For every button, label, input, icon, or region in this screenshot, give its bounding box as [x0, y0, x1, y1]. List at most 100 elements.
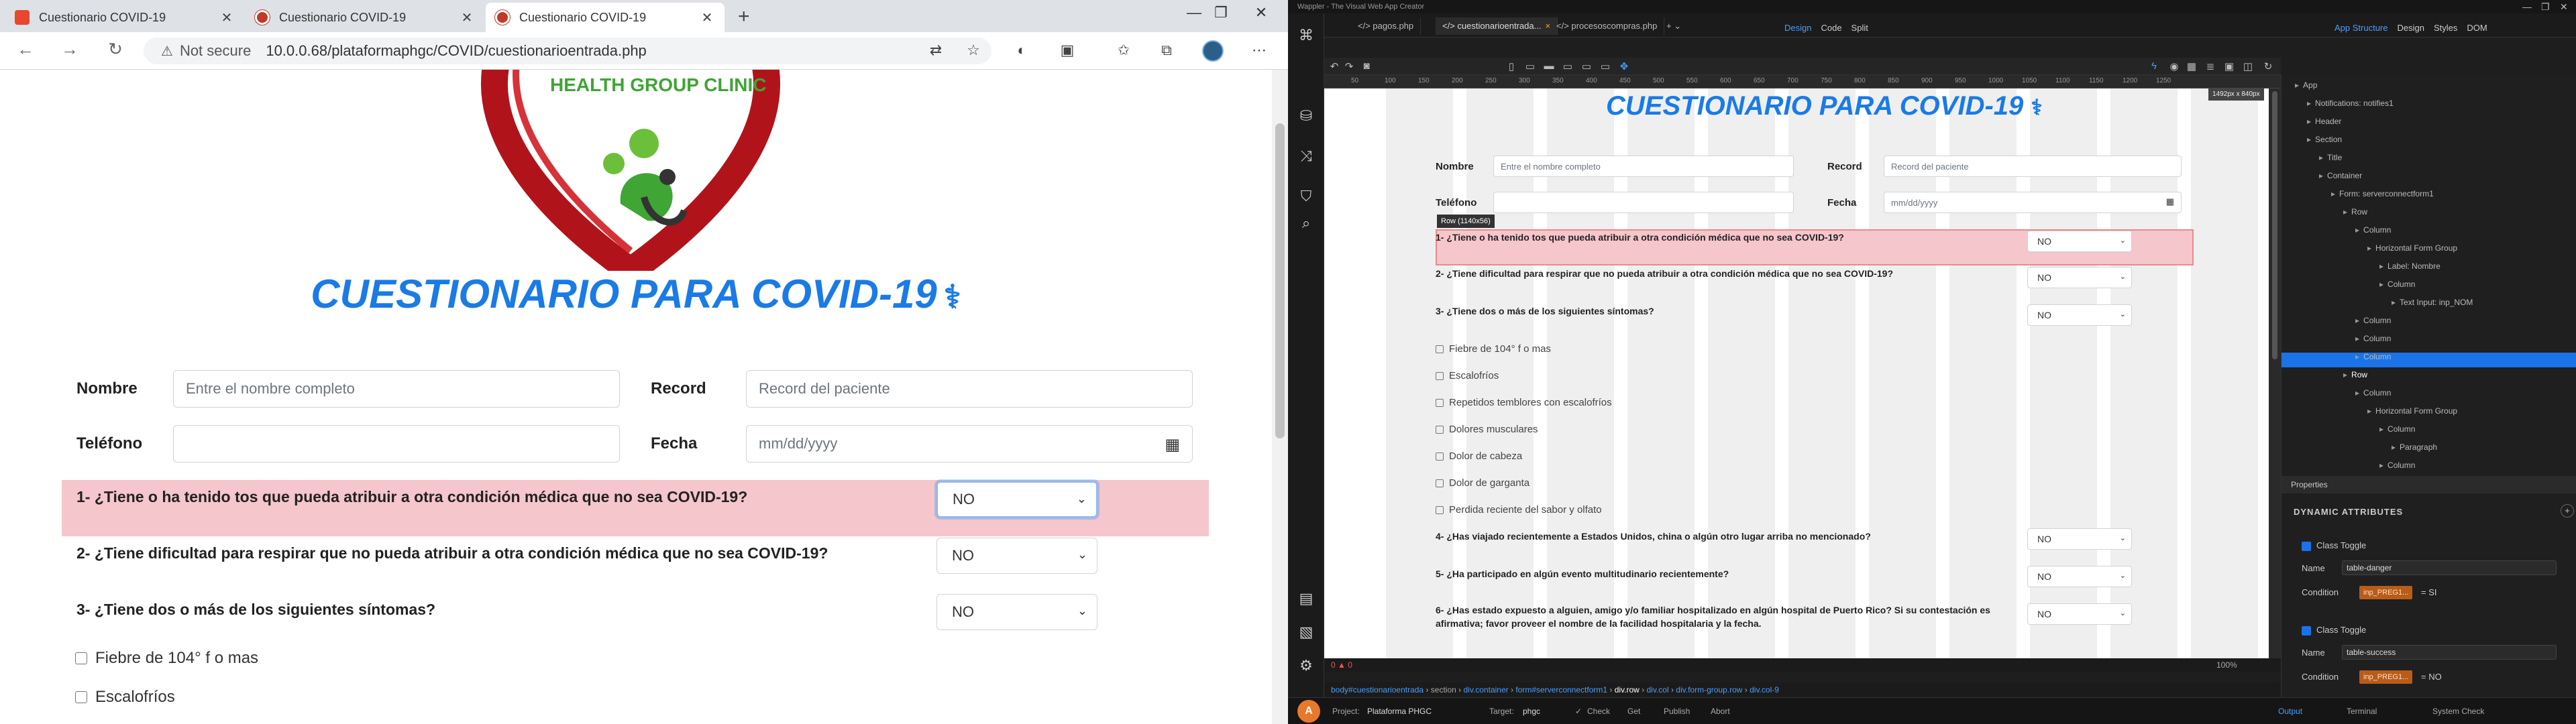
- get-button[interactable]: Get: [1627, 698, 1640, 724]
- expand-icon[interactable]: ▸: [2307, 135, 2311, 144]
- breadcrumb-item[interactable]: form#serverconnectform1: [1515, 685, 1607, 695]
- add-icon[interactable]: +: [2561, 504, 2574, 518]
- workflow-icon[interactable]: ⤨: [1296, 147, 1316, 168]
- close-window-icon[interactable]: ✕: [1248, 4, 1275, 21]
- tree-node[interactable]: ▸ Section: [2307, 135, 2342, 144]
- address-bar[interactable]: ⚠ Not secure 10.0.0.68/plataformaphgc/CO…: [144, 38, 991, 64]
- selected-tree-node[interactable]: [2282, 353, 2576, 367]
- breadcrumb-item[interactable]: section: [1431, 685, 1456, 695]
- device-wide-icon[interactable]: ▭: [1579, 60, 1594, 72]
- class-name-input[interactable]: table-danger: [2342, 560, 2557, 575]
- refresh-icon[interactable]: ↻: [2261, 60, 2275, 72]
- tree-node[interactable]: ▸ Column: [2355, 316, 2391, 325]
- minimize-icon[interactable]: —: [1181, 4, 1208, 21]
- device-phone-icon[interactable]: ▯: [1504, 60, 1519, 72]
- close-icon[interactable]: ✕: [699, 9, 715, 26]
- browser-tab-2[interactable]: Cuestionario COVID-19 ✕: [246, 3, 484, 32]
- expand-icon[interactable]: ▸: [2343, 370, 2347, 379]
- expand-icon[interactable]: ▸: [2392, 298, 2396, 307]
- move-icon[interactable]: ✥: [1617, 60, 1631, 72]
- canvas-symptom-5[interactable]: Dolor de cabeza: [1436, 450, 1522, 462]
- checkbox[interactable]: [1436, 452, 1444, 461]
- tab-styles[interactable]: Styles: [2434, 23, 2457, 33]
- translate-icon[interactable]: ⇄: [926, 42, 946, 59]
- abort-button[interactable]: Abort: [1711, 698, 1730, 724]
- device-tablet-icon[interactable]: ▭: [1523, 60, 1538, 72]
- telefono-input[interactable]: [173, 425, 620, 463]
- breadcrumb-item[interactable]: div.form-group.row: [1676, 685, 1742, 695]
- database-icon[interactable]: ⛁: [1296, 107, 1316, 127]
- canvas-telefono-input[interactable]: [1493, 192, 1794, 213]
- breadcrumb-item[interactable]: div.col: [1647, 685, 1669, 695]
- resources-icon[interactable]: ▧: [1296, 623, 1316, 644]
- expand-icon[interactable]: ▸: [2307, 99, 2311, 108]
- reload-icon[interactable]: ↻: [103, 39, 127, 60]
- tree-node[interactable]: ▸ Column: [2379, 461, 2415, 470]
- condition-tag[interactable]: inp_PREG1...: [2359, 586, 2413, 599]
- tree-node[interactable]: ▸ Column: [2355, 334, 2391, 343]
- tree-node[interactable]: ▸ Form: serverconnectform1: [2331, 189, 2434, 198]
- lightning-icon[interactable]: ϟ: [2147, 60, 2161, 72]
- breadcrumb-item[interactable]: body#cuestionarioentrada: [1331, 685, 1424, 695]
- settings-icon[interactable]: ⚙: [1296, 657, 1316, 677]
- expand-icon[interactable]: ▸: [2379, 461, 2383, 470]
- checkbox-checked-icon[interactable]: [2302, 626, 2311, 636]
- canvas-nombre-input[interactable]: Entre el nombre completo: [1493, 156, 1794, 177]
- minimize-icon[interactable]: —: [2522, 0, 2532, 13]
- canvas-select-4[interactable]: NO ⌄: [2027, 528, 2132, 550]
- favorites-icon[interactable]: ✩: [1114, 42, 1134, 59]
- tab-dom[interactable]: DOM: [2467, 23, 2487, 33]
- target-select[interactable]: phgc: [1523, 698, 1540, 724]
- question-2-select[interactable]: NO ⌄: [936, 538, 1097, 574]
- browser-tab-1[interactable]: Cuestionario COVID-19 ✕: [5, 3, 244, 32]
- tab-app-structure[interactable]: App Structure: [2334, 23, 2388, 33]
- tree-node[interactable]: ▸ Row: [2343, 370, 2367, 379]
- symptom-checkbox-2[interactable]: Escalofríos: [75, 688, 175, 707]
- expand-icon[interactable]: ▸: [2367, 243, 2371, 253]
- extension-icon[interactable]: ◐: [1012, 42, 1032, 59]
- terminal-tab[interactable]: Terminal: [2347, 698, 2377, 724]
- checkbox[interactable]: [1436, 398, 1444, 407]
- mode-code[interactable]: Code: [1821, 23, 1841, 33]
- new-tab-icon[interactable]: +: [738, 5, 750, 28]
- canvas-select-1[interactable]: NO ⌄: [2027, 231, 2132, 252]
- tree-node[interactable]: ▸ Container: [2319, 171, 2362, 180]
- restore-icon[interactable]: ❐: [1208, 4, 1234, 21]
- tree-node[interactable]: ▸ Column: [2379, 424, 2415, 434]
- camera-icon[interactable]: ◙: [1359, 60, 1374, 72]
- expand-icon[interactable]: ▸: [2392, 442, 2396, 452]
- shield-icon[interactable]: ▣: [1057, 42, 1077, 59]
- tree-node[interactable]: ▸ Notifications: notifies1: [2307, 99, 2394, 108]
- add-file-icon[interactable]: + ⌄: [1660, 17, 1688, 35]
- tree-node[interactable]: ▸ Header: [2307, 117, 2341, 126]
- collections-icon[interactable]: ⧉: [1157, 42, 1177, 59]
- record-input[interactable]: Record del paciente: [746, 370, 1193, 408]
- device-full-icon[interactable]: ▭: [1598, 60, 1613, 72]
- canvas-select-3[interactable]: NO ⌄: [2027, 304, 2132, 326]
- tree-node[interactable]: ▸ Horizontal Form Group: [2367, 243, 2457, 253]
- docker-icon[interactable]: ▤: [1296, 590, 1316, 610]
- checkbox[interactable]: [75, 652, 87, 664]
- scrollbar-thumb[interactable]: [1275, 123, 1285, 438]
- publish-button[interactable]: Publish: [1664, 698, 1690, 724]
- expand-icon[interactable]: ▸: [2307, 117, 2311, 126]
- condition-tag[interactable]: inp_PREG1...: [2359, 670, 2413, 684]
- security-icon[interactable]: ⛉: [1296, 188, 1316, 208]
- layers-icon[interactable]: ≣: [2203, 60, 2218, 72]
- device-desktop-icon[interactable]: ▭: [1560, 60, 1575, 72]
- checkbox-checked-icon[interactable]: [2302, 542, 2311, 551]
- checkbox[interactable]: [1436, 345, 1444, 353]
- browser-preview-icon[interactable]: ◫: [2241, 60, 2255, 72]
- checkbox[interactable]: [75, 691, 87, 703]
- undo-icon[interactable]: ↶: [1327, 60, 1342, 72]
- expand-icon[interactable]: ▸: [2367, 406, 2371, 416]
- tree-node[interactable]: ▸ Column: [2355, 388, 2391, 398]
- calendar-icon[interactable]: ▦: [1165, 435, 1180, 455]
- file-tab-1[interactable]: </> pagos.php: [1351, 17, 1421, 35]
- canvas-scrollbar[interactable]: [2269, 88, 2281, 658]
- expand-icon[interactable]: ▸: [2295, 80, 2299, 90]
- checkbox[interactable]: [1436, 479, 1444, 487]
- checkbox[interactable]: [1436, 371, 1444, 380]
- tree-node[interactable]: ▸ Paragraph: [2392, 442, 2437, 452]
- expand-icon[interactable]: ▸: [2355, 334, 2359, 343]
